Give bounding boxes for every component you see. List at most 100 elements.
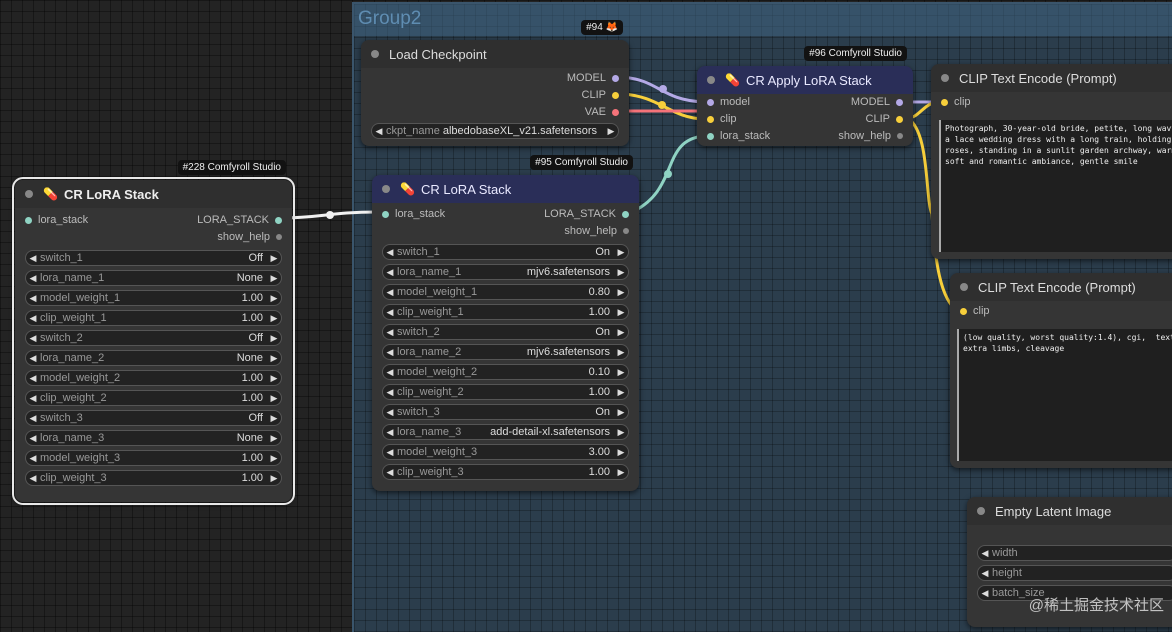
arrow-left-icon[interactable]: ◀ bbox=[383, 447, 397, 458]
arrow-left-icon[interactable]: ◀ bbox=[383, 287, 397, 298]
output-slot-model[interactable]: MODEL bbox=[851, 96, 903, 108]
slot-dot-icon[interactable] bbox=[612, 108, 619, 116]
prompt-textarea[interactable]: Photograph, 30-year-old bride, petite, l… bbox=[939, 120, 1172, 252]
arrow-left-icon[interactable]: ◀ bbox=[383, 307, 397, 318]
arrow-right-icon[interactable]: ▶ bbox=[267, 473, 281, 484]
arrow-right-icon[interactable]: ▶ bbox=[614, 307, 628, 318]
arrow-left-icon[interactable]: ◀ bbox=[383, 247, 397, 258]
widget-lora-name-2[interactable]: ◀ lora_name_2 None ▶ bbox=[25, 350, 282, 366]
slot-dot-icon[interactable] bbox=[622, 210, 629, 218]
arrow-right-icon[interactable]: ▶ bbox=[267, 393, 281, 404]
arrow-right-icon[interactable]: ▶ bbox=[614, 327, 628, 338]
widget-lora-name-1[interactable]: ◀ lora_name_1 None ▶ bbox=[25, 270, 282, 286]
arrow-left-icon[interactable]: ◀ bbox=[978, 588, 992, 599]
clip-text-encode-node-positive[interactable]: CLIP Text Encode (Prompt) clip Photograp… bbox=[931, 64, 1172, 259]
output-slot-show-help[interactable]: show_help bbox=[838, 130, 903, 142]
widget-lora-name-3[interactable]: ◀ lora_name_3 None ▶ bbox=[25, 430, 282, 446]
node-header[interactable]: Empty Latent Image bbox=[967, 497, 1172, 525]
slot-dot-icon[interactable] bbox=[707, 115, 714, 123]
collapse-dot-icon[interactable] bbox=[25, 190, 33, 198]
arrow-right-icon[interactable]: ▶ bbox=[267, 273, 281, 284]
height-widget[interactable]: ◀ height bbox=[977, 565, 1172, 581]
arrow-right-icon[interactable]: ▶ bbox=[267, 333, 281, 344]
input-slot-model[interactable]: model bbox=[707, 96, 750, 108]
arrow-left-icon[interactable]: ◀ bbox=[978, 568, 992, 579]
arrow-right-icon[interactable]: ▶ bbox=[614, 247, 628, 258]
arrow-left-icon[interactable]: ◀ bbox=[26, 473, 40, 484]
arrow-right-icon[interactable]: ▶ bbox=[614, 287, 628, 298]
output-slot-show-help[interactable]: show_help bbox=[217, 231, 282, 243]
output-slot-clip[interactable]: CLIP bbox=[361, 87, 629, 104]
output-slot-lora-stack[interactable]: LORA_STACK bbox=[197, 214, 282, 226]
output-slot-lora-stack[interactable]: LORA_STACK bbox=[544, 208, 629, 220]
arrow-right-icon[interactable]: ▶ bbox=[267, 433, 281, 444]
arrow-left-icon[interactable]: ◀ bbox=[26, 353, 40, 364]
arrow-right-icon[interactable]: ▶ bbox=[614, 427, 628, 438]
widget-switch-1[interactable]: ◀ switch_1 Off ▶ bbox=[25, 250, 282, 266]
slot-dot-icon[interactable] bbox=[897, 133, 903, 139]
arrow-left-icon[interactable]: ◀ bbox=[372, 126, 386, 137]
input-slot-clip[interactable]: clip bbox=[960, 305, 990, 317]
output-slot-model[interactable]: MODEL bbox=[361, 70, 629, 87]
cr-lora-stack-node-left[interactable]: #228 Comfyroll Studio 💊 CR LoRA Stack lo… bbox=[12, 160, 295, 505]
group-title-bar[interactable] bbox=[354, 4, 1172, 36]
arrow-left-icon[interactable]: ◀ bbox=[26, 253, 40, 264]
ckpt-name-combo[interactable]: ◀ ckpt_name albedobaseXL_v21.safetensors… bbox=[371, 123, 619, 139]
arrow-right-icon[interactable]: ▶ bbox=[267, 353, 281, 364]
arrow-left-icon[interactable]: ◀ bbox=[383, 267, 397, 278]
arrow-right-icon[interactable]: ▶ bbox=[604, 126, 618, 137]
widget-switch-2[interactable]: ◀ switch_2 On ▶ bbox=[382, 324, 629, 340]
slot-dot-icon[interactable] bbox=[276, 234, 282, 240]
arrow-left-icon[interactable]: ◀ bbox=[383, 387, 397, 398]
widget-model-weight-1[interactable]: ◀ model_weight_1 1.00 ▶ bbox=[25, 290, 282, 306]
output-slot-show-help[interactable]: show_help bbox=[564, 225, 629, 237]
arrow-left-icon[interactable]: ◀ bbox=[26, 453, 40, 464]
widget-model-weight-3[interactable]: ◀ model_weight_3 1.00 ▶ bbox=[25, 450, 282, 466]
widget-lora-name-1[interactable]: ◀ lora_name_1 mjv6.safetensors ▶ bbox=[382, 264, 629, 280]
cr-apply-lora-stack-node[interactable]: #96 Comfyroll Studio 💊 CR Apply LoRA Sta… bbox=[697, 46, 913, 146]
width-widget[interactable]: ◀ width bbox=[977, 545, 1172, 561]
widget-switch-1[interactable]: ◀ switch_1 On ▶ bbox=[382, 244, 629, 260]
arrow-left-icon[interactable]: ◀ bbox=[383, 467, 397, 478]
input-slot-lora-stack[interactable]: lora_stack bbox=[25, 214, 88, 226]
slot-dot-icon[interactable] bbox=[275, 216, 282, 224]
arrow-left-icon[interactable]: ◀ bbox=[26, 393, 40, 404]
collapse-dot-icon[interactable] bbox=[382, 185, 390, 193]
arrow-right-icon[interactable]: ▶ bbox=[614, 347, 628, 358]
arrow-left-icon[interactable]: ◀ bbox=[26, 413, 40, 424]
prompt-textarea[interactable]: (low quality, worst quality:1.4), cgi, t… bbox=[957, 329, 1172, 461]
slot-dot-icon[interactable] bbox=[612, 91, 619, 99]
slot-dot-icon[interactable] bbox=[896, 98, 903, 106]
widget-clip-weight-3[interactable]: ◀ clip_weight_3 1.00 ▶ bbox=[25, 470, 282, 486]
node-header[interactable]: CLIP Text Encode (Prompt) bbox=[950, 273, 1172, 301]
output-slot-vae[interactable]: VAE bbox=[361, 104, 629, 121]
widget-model-weight-3[interactable]: ◀ model_weight_3 3.00 ▶ bbox=[382, 444, 629, 460]
widget-lora-name-2[interactable]: ◀ lora_name_2 mjv6.safetensors ▶ bbox=[382, 344, 629, 360]
slot-dot-icon[interactable] bbox=[707, 132, 714, 140]
widget-clip-weight-3[interactable]: ◀ clip_weight_3 1.00 ▶ bbox=[382, 464, 629, 480]
collapse-dot-icon[interactable] bbox=[977, 507, 985, 515]
widget-clip-weight-1[interactable]: ◀ clip_weight_1 1.00 ▶ bbox=[25, 310, 282, 326]
load-checkpoint-node[interactable]: #94 🦊 Load Checkpoint MODEL CLIP VAE ◀ c… bbox=[361, 20, 629, 146]
slot-dot-icon[interactable] bbox=[896, 115, 903, 123]
arrow-left-icon[interactable]: ◀ bbox=[978, 548, 992, 559]
widget-switch-2[interactable]: ◀ switch_2 Off ▶ bbox=[25, 330, 282, 346]
widget-lora-name-3[interactable]: ◀ lora_name_3 add-detail-xl.safetensors ▶ bbox=[382, 424, 629, 440]
arrow-left-icon[interactable]: ◀ bbox=[383, 347, 397, 358]
collapse-dot-icon[interactable] bbox=[707, 76, 715, 84]
arrow-right-icon[interactable]: ▶ bbox=[614, 267, 628, 278]
arrow-right-icon[interactable]: ▶ bbox=[614, 387, 628, 398]
node-header[interactable]: 💊 CR LoRA Stack bbox=[372, 175, 639, 203]
input-slot-clip[interactable]: clip bbox=[707, 113, 737, 125]
arrow-left-icon[interactable]: ◀ bbox=[26, 293, 40, 304]
cr-lora-stack-node-mid[interactable]: #95 Comfyroll Studio 💊 CR LoRA Stack lor… bbox=[372, 155, 639, 491]
widget-switch-3[interactable]: ◀ switch_3 Off ▶ bbox=[25, 410, 282, 426]
arrow-left-icon[interactable]: ◀ bbox=[26, 433, 40, 444]
node-header[interactable]: 💊 CR LoRA Stack bbox=[15, 180, 292, 208]
arrow-left-icon[interactable]: ◀ bbox=[383, 327, 397, 338]
node-header[interactable]: 💊 CR Apply LoRA Stack bbox=[697, 66, 913, 94]
widget-clip-weight-2[interactable]: ◀ clip_weight_2 1.00 ▶ bbox=[382, 384, 629, 400]
arrow-right-icon[interactable]: ▶ bbox=[614, 447, 628, 458]
arrow-right-icon[interactable]: ▶ bbox=[267, 253, 281, 264]
input-slot-lora-stack[interactable]: lora_stack bbox=[707, 130, 770, 142]
